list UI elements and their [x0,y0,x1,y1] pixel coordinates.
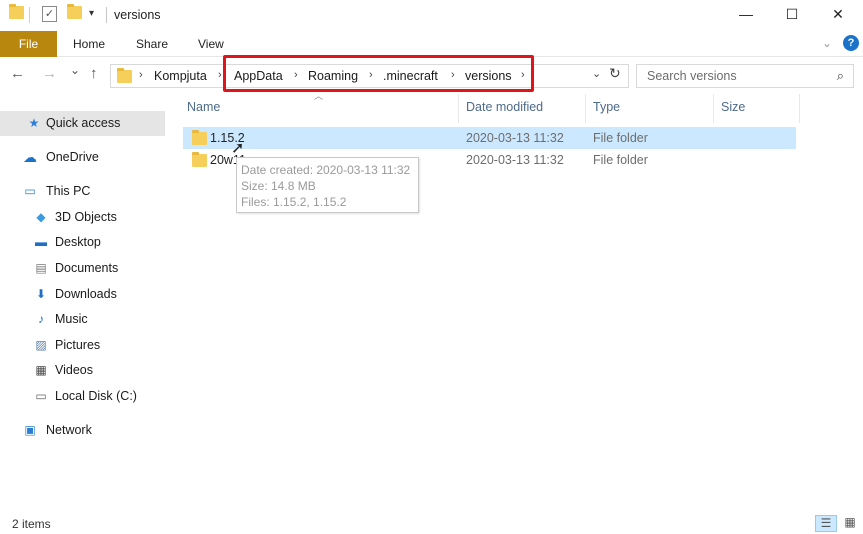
column-header-date-modified[interactable]: Date modified [466,100,543,114]
up-button[interactable]: ↑ [90,65,98,82]
folder-icon [192,130,207,145]
ribbon-tabs: File Home Share View ⌄ ? [0,31,863,57]
sidebar-item-label: OneDrive [46,150,99,164]
large-icons-view-button[interactable]: ▦ [839,515,861,532]
address-highlight-box [223,55,534,92]
cube-icon: ◆ [36,210,46,224]
tab-share[interactable]: Share [136,31,168,57]
star-icon: ★ [28,116,40,130]
properties-checkbox-icon[interactable]: ✓ [42,6,57,22]
picture-icon: ▨ [35,338,47,352]
back-button[interactable]: ← [10,65,25,82]
search-placeholder: Search versions [647,69,737,83]
column-header-name[interactable]: Name [187,100,220,114]
breadcrumb-kompjuta[interactable]: Kompjuta [154,69,207,83]
expand-ribbon-chevron-icon[interactable]: ⌄ [822,36,832,50]
column-divider[interactable] [713,94,714,123]
tooltip-size: Size: 14.8 MB [241,179,316,193]
help-icon[interactable]: ? [843,35,859,51]
sidebar-item-local-disk[interactable]: ▭ Local Disk (C:) [0,384,165,409]
mouse-cursor-icon: ➚ [231,140,245,157]
folder-icon [192,152,207,167]
desktop-icon: ▬ [35,235,47,249]
search-icon: ⌕ [836,68,844,83]
sidebar-item-quick-access[interactable]: ★ Quick access [0,111,165,136]
item-count: 2 items [12,517,51,531]
folder-icon[interactable] [9,4,24,19]
sidebar-item-label: Videos [55,363,93,377]
divider [106,7,107,23]
file-type: File folder [593,131,648,145]
sidebar-item-label: 3D Objects [55,210,117,224]
column-header-type[interactable]: Type [593,100,620,114]
video-icon: ▦ [35,363,47,377]
file-date: 2020-03-13 11:32 [466,153,564,167]
window-title: versions [114,8,161,22]
download-icon: ⬇ [35,287,47,301]
close-button[interactable]: ✕ [815,0,861,31]
disk-icon: ▭ [35,389,47,403]
sidebar-item-onedrive[interactable]: ☁ OneDrive [0,145,165,170]
column-header-size[interactable]: Size [721,100,745,114]
tab-home[interactable]: Home [73,31,105,57]
forward-button[interactable]: → [42,65,57,82]
music-icon: ♪ [38,312,44,326]
file-list: ︿ Name Date modified Type Size 1.15.2 20… [175,91,863,512]
sidebar-item-label: This PC [46,184,91,198]
refresh-icon[interactable]: ↻ [609,65,621,82]
sidebar-item-music[interactable]: ♪ Music [0,307,165,332]
sidebar-item-desktop[interactable]: ▬ Desktop [0,230,165,255]
sidebar-item-label: Local Disk (C:) [55,389,137,403]
address-history-dropdown-icon[interactable]: ⌄ [592,67,601,80]
sidebar-item-downloads[interactable]: ⬇ Downloads [0,282,165,307]
file-row[interactable]: 1.15.2 2020-03-13 11:32 File folder [183,127,796,149]
breadcrumb-separator[interactable]: › [139,69,143,81]
file-type: File folder [593,153,648,167]
recent-locations-button[interactable]: ⌄ [70,63,80,77]
search-input[interactable]: Search versions ⌕ [636,64,854,88]
sort-ascending-icon: ︿ [314,91,324,101]
navigation-pane: ★ Quick access ☁ OneDrive ▭ This PC ◆ 3D… [0,92,175,512]
tab-view[interactable]: View [198,31,224,57]
sidebar-item-network[interactable]: ▣ Network [0,418,165,443]
sidebar-item-label: Documents [55,261,119,275]
sidebar-item-videos[interactable]: ▦ Videos [0,358,165,383]
column-divider[interactable] [585,94,586,123]
title-bar: ✓ ▾ versions — ☐ ✕ [0,0,863,31]
customize-quick-access-dropdown-icon[interactable]: ▾ [89,8,94,19]
sidebar-item-label: Pictures [55,338,101,352]
file-date: 2020-03-13 11:32 [466,131,564,145]
sidebar-item-label: Music [55,312,88,326]
column-divider[interactable] [799,94,800,123]
sidebar-item-documents[interactable]: ▤ Documents [0,256,165,281]
sidebar-item-label: Desktop [55,235,101,249]
breadcrumb-separator[interactable]: › [218,69,222,81]
column-divider[interactable] [458,94,459,123]
divider [29,7,30,23]
tooltip-files: Files: 1.15.2, 1.15.2 [241,195,347,209]
new-folder-icon[interactable] [67,4,82,19]
maximize-button[interactable]: ☐ [769,0,815,31]
document-icon: ▤ [35,261,47,275]
minimize-button[interactable]: — [723,0,769,31]
sidebar-item-this-pc[interactable]: ▭ This PC [0,179,165,204]
sidebar-item-3d-objects[interactable]: ◆ 3D Objects [0,205,165,230]
sidebar-item-label: Quick access [46,116,121,130]
sidebar-item-label: Downloads [55,287,117,301]
tooltip-date-created: Date created: 2020-03-13 11:32 [241,163,411,177]
tab-file[interactable]: File [0,31,57,57]
cloud-icon: ☁ [23,149,37,165]
status-bar: 2 items ☰ ▦ [0,512,863,534]
sidebar-item-label: Network [46,423,92,437]
details-view-button[interactable]: ☰ [815,515,837,532]
folder-info-tooltip: Date created: 2020-03-13 11:32 Size: 14.… [236,157,419,213]
computer-icon: ▭ [24,184,36,198]
network-icon: ▣ [24,423,36,437]
sidebar-item-pictures[interactable]: ▨ Pictures [0,333,165,358]
folder-icon [117,68,132,83]
